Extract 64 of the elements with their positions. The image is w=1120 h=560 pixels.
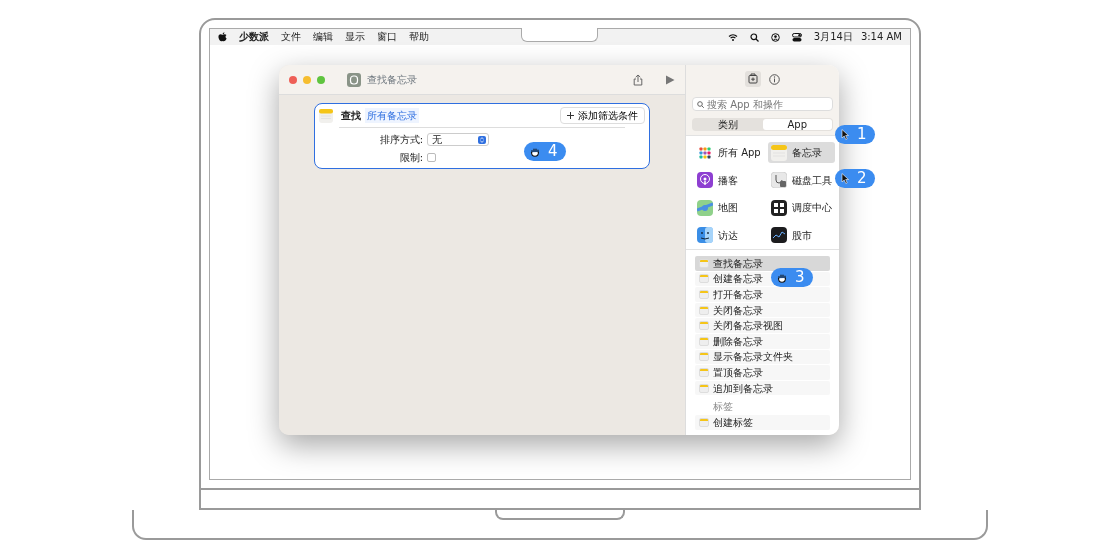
- app-list-item[interactable]: 播客: [694, 169, 764, 191]
- share-icon[interactable]: [633, 73, 643, 86]
- face-icon: [697, 227, 713, 243]
- sort-select[interactable]: 无: [427, 133, 489, 146]
- app-list-item[interactable]: 股市: [767, 224, 835, 246]
- action-list-item[interactable]: 关闭备忘录: [695, 302, 830, 318]
- step-number: 2: [857, 168, 867, 190]
- toggle-icon[interactable]: [791, 32, 802, 42]
- notes-icon: [699, 418, 709, 428]
- windows-grid-icon: [770, 199, 787, 216]
- shortcut-icon: [347, 72, 361, 87]
- search-icon[interactable]: [749, 32, 759, 42]
- limit-checkbox[interactable]: [427, 153, 436, 162]
- search-icon: [697, 100, 704, 108]
- pointer-icon: [841, 129, 849, 140]
- action-list-item[interactable]: 显示备忘录文件夹: [695, 349, 830, 365]
- action-list-item[interactable]: 置顶备忘录: [695, 365, 830, 380]
- sort-label: 排序方式:: [378, 133, 423, 147]
- app-list-item[interactable]: 备忘录: [767, 142, 835, 163]
- stock-chart-icon: [770, 227, 787, 243]
- add-filter-button[interactable]: 添加筛选条件: [560, 107, 645, 124]
- map-icon: [697, 199, 713, 216]
- close-button[interactable]: [289, 75, 297, 84]
- app-list-item[interactable]: 所有 App: [694, 142, 764, 163]
- menu-item[interactable]: 帮助: [409, 32, 429, 42]
- menu-item[interactable]: 文件: [281, 32, 301, 42]
- menu-item[interactable]: 编辑: [313, 32, 333, 42]
- action-list-item[interactable]: 删除备忘录: [695, 333, 830, 349]
- step-number: 1: [857, 124, 867, 146]
- window-title: 查找备忘录: [367, 73, 417, 87]
- stepper-icon: [478, 135, 486, 144]
- play-icon[interactable]: [665, 74, 675, 85]
- action-list-item[interactable]: 创建标签: [695, 415, 830, 430]
- menubar-time[interactable]: 3:14 AM: [860, 32, 902, 42]
- notes-app-icon: [319, 108, 333, 123]
- app-list-item[interactable]: 调度中心: [767, 197, 835, 218]
- pointer-icon: [841, 173, 849, 184]
- action-list-item[interactable]: 查找备忘录: [695, 256, 830, 271]
- info-icon[interactable]: [769, 73, 780, 85]
- user-icon[interactable]: [770, 32, 780, 42]
- section-heading: 标签: [712, 400, 734, 415]
- wifi-icon[interactable]: [727, 33, 738, 41]
- action-verb: 查找: [341, 109, 361, 123]
- menu-item[interactable]: 显示: [345, 32, 365, 42]
- segment-tab[interactable]: 类别: [693, 119, 763, 130]
- podcast-icon: [697, 172, 713, 188]
- action-list-item[interactable]: 关闭备忘录视图: [695, 318, 830, 333]
- app-menu[interactable]: 少数派: [239, 32, 269, 42]
- app-list-item[interactable]: 访达: [694, 224, 764, 246]
- segment-tab[interactable]: App: [762, 119, 832, 130]
- action-list-item[interactable]: 打开备忘录: [695, 287, 830, 302]
- apple-icon[interactable]: [218, 32, 227, 42]
- plus-icon: [567, 112, 574, 119]
- app-list-item[interactable]: 磁盘工具: [767, 169, 835, 191]
- menubar-date[interactable]: 3月14日: [813, 32, 853, 42]
- parameter-token[interactable]: 所有备忘录: [365, 108, 419, 123]
- limit-label: 限制:: [398, 151, 423, 165]
- search-field[interactable]: 搜索 App 和操作: [692, 97, 833, 111]
- library-add-icon[interactable]: [745, 71, 761, 87]
- step-number: 4: [548, 141, 558, 163]
- notes-app-icon: [770, 144, 787, 161]
- action-list-item[interactable]: 追加到备忘录: [695, 380, 830, 396]
- menu-item[interactable]: 窗口: [377, 32, 397, 42]
- app-list-item[interactable]: 地图: [694, 197, 764, 218]
